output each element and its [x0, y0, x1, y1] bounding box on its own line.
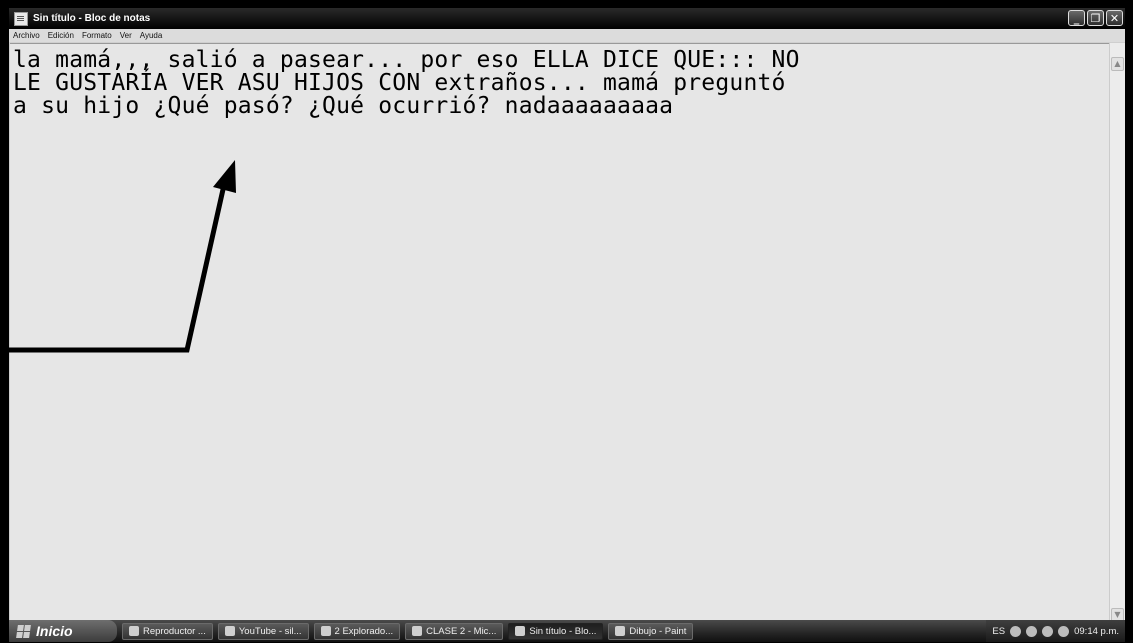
annotation-arrow	[0, 160, 236, 353]
arrow-head-icon	[213, 160, 236, 193]
arrow-line	[0, 184, 227, 353]
